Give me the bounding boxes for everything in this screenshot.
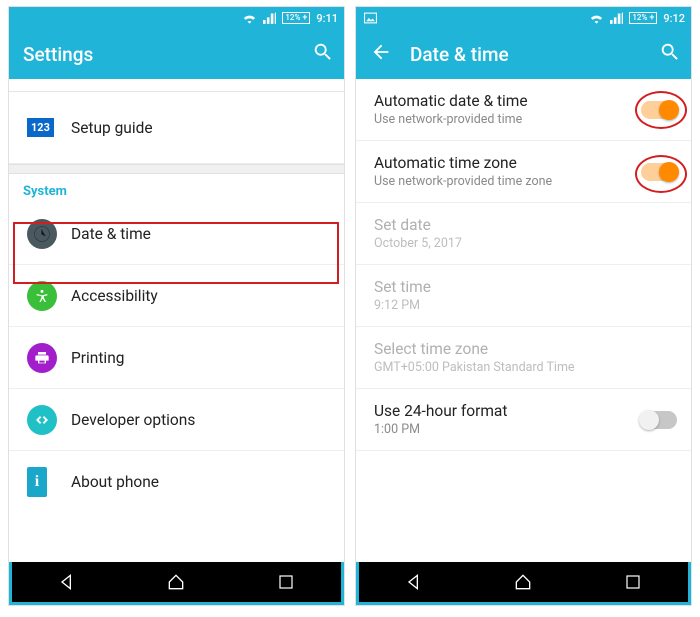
row-printing[interactable]: Printing: [9, 327, 344, 389]
toggle-auto-date-time[interactable]: [641, 101, 677, 119]
signal-icon: [610, 12, 623, 24]
status-bar: 12%+ 9:11: [9, 7, 344, 29]
row-set-time: Set time 9:12 PM: [356, 265, 691, 327]
row-title: Set date: [374, 216, 677, 234]
status-time: 9:12: [663, 12, 685, 25]
developer-options-icon: [27, 405, 57, 435]
wifi-icon: [242, 12, 257, 24]
app-bar: Settings: [9, 29, 344, 79]
battery-indicator: 12%+: [282, 12, 310, 24]
printing-icon: [27, 343, 57, 373]
row-title: Automatic date & time: [374, 92, 641, 110]
phone-settings: 12%+ 9:11 Settings 123 Setup guide Syste: [8, 6, 345, 606]
wifi-icon: [589, 12, 604, 24]
toggle-24h-format[interactable]: [641, 411, 677, 429]
row-select-time-zone: Select time zone GMT+05:00 Pakistan Stan…: [356, 327, 691, 389]
row-developer-options[interactable]: Developer options: [9, 389, 344, 451]
row-title: Automatic time zone: [374, 154, 641, 172]
battery-percent: 12%: [285, 14, 300, 22]
phone-date-time: 12%+ 9:12 Date & time Automatic date & t…: [355, 6, 692, 606]
nav-back-button[interactable]: [47, 567, 87, 597]
row-subtitle: Use network-provided time zone: [374, 174, 641, 189]
row-about-phone[interactable]: i About phone: [9, 451, 344, 513]
status-bar: 12%+ 9:12: [356, 7, 691, 29]
appbar-title: Settings: [23, 43, 312, 66]
list-item-label: Accessibility: [71, 287, 330, 305]
nav-home-button[interactable]: [156, 567, 196, 597]
accessibility-icon: [27, 281, 57, 311]
section-divider: [9, 164, 344, 174]
toggle-auto-time-zone[interactable]: [641, 163, 677, 181]
nav-recent-button[interactable]: [266, 567, 306, 597]
datetime-content: Automatic date & time Use network-provid…: [356, 79, 691, 562]
row-subtitle: GMT+05:00 Pakistan Standard Time: [374, 360, 677, 375]
nav-home-button[interactable]: [503, 567, 543, 597]
section-header-system: System: [9, 174, 344, 203]
setup-guide-icon: 123: [27, 118, 54, 137]
navigation-bar: [12, 562, 341, 602]
row-title: Select time zone: [374, 340, 677, 358]
nav-back-button[interactable]: [394, 567, 434, 597]
row-title: Set time: [374, 278, 677, 296]
row-accessibility[interactable]: Accessibility: [9, 265, 344, 327]
row-subtitle: October 5, 2017: [374, 236, 677, 251]
image-icon: [364, 12, 377, 24]
row-set-date: Set date October 5, 2017: [356, 203, 691, 265]
list-item-label: Setup guide: [71, 119, 330, 137]
row-title: Use 24-hour format: [374, 402, 641, 420]
search-icon[interactable]: [659, 41, 681, 67]
row-setup-guide[interactable]: 123 Setup guide: [9, 92, 344, 164]
list-item-label: Developer options: [71, 411, 330, 429]
row-subtitle: 9:12 PM: [374, 298, 677, 313]
nav-recent-button[interactable]: [613, 567, 653, 597]
row-subtitle: 1:00 PM: [374, 422, 641, 437]
app-bar: Date & time: [356, 29, 691, 79]
row-date-time[interactable]: Date & time: [9, 203, 344, 265]
settings-content: 123 Setup guide System Date & time: [9, 79, 344, 562]
back-icon[interactable]: [370, 41, 410, 67]
row-subtitle: Use network-provided time: [374, 112, 641, 127]
list-item-label: About phone: [71, 473, 330, 491]
list-item-label: Date & time: [71, 225, 330, 243]
list-item-label: Printing: [71, 349, 330, 367]
status-time: 9:11: [316, 12, 338, 25]
row-24h-format[interactable]: Use 24-hour format 1:00 PM: [356, 389, 691, 451]
row-auto-time-zone[interactable]: Automatic time zone Use network-provided…: [356, 141, 691, 203]
clock-icon: [27, 219, 57, 249]
battery-indicator: 12%+: [629, 12, 657, 24]
battery-percent: 12%: [632, 14, 647, 22]
about-phone-icon: i: [27, 467, 47, 497]
signal-icon: [263, 12, 276, 24]
search-icon[interactable]: [312, 41, 334, 67]
navigation-bar: [359, 562, 688, 602]
row-auto-date-time[interactable]: Automatic date & time Use network-provid…: [356, 79, 691, 141]
appbar-title: Date & time: [410, 43, 659, 66]
